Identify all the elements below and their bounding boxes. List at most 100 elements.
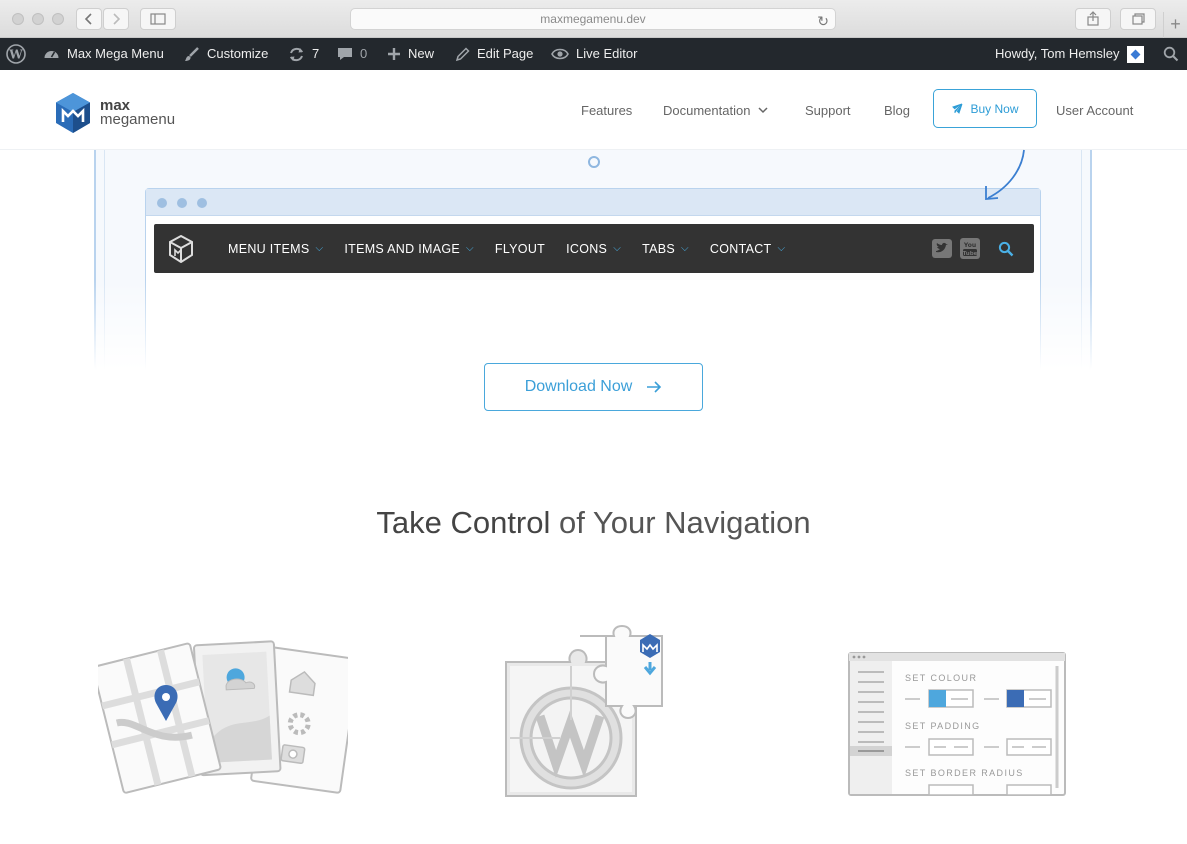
updates-icon bbox=[290, 47, 303, 61]
demo-menu-item-icons[interactable]: ICONS ⌵ bbox=[566, 242, 621, 256]
live-editor-label: Live Editor bbox=[576, 46, 638, 61]
demo-mega-menu-bar: MENU ITEMS ⌵ ITEMS AND IMAGE ⌵ FLYOUT ICON… bbox=[154, 224, 1034, 273]
youtube-icon[interactable]: You Tube bbox=[960, 238, 980, 259]
browser-toolbar: maxmegamenu.dev ↻ + bbox=[0, 0, 1187, 38]
minimize-window-button[interactable] bbox=[32, 13, 44, 25]
demo-menu-item-contact[interactable]: CONTACT ⌵ bbox=[710, 242, 785, 256]
demo-menu-logo-icon[interactable] bbox=[168, 234, 194, 263]
chevron-down-icon: ⌵ bbox=[777, 243, 786, 254]
zoom-window-button[interactable] bbox=[52, 13, 64, 25]
nav-blog[interactable]: Blog bbox=[884, 70, 910, 150]
camera-icon bbox=[588, 156, 600, 168]
search-icon[interactable] bbox=[998, 241, 1014, 257]
demo-menu-item-label: ITEMS AND IMAGE bbox=[344, 241, 461, 256]
demo-menu-item-tabs[interactable]: TABS ⌵ bbox=[642, 242, 689, 256]
edit-page-link[interactable]: Edit Page bbox=[455, 38, 533, 70]
wordpress-puzzle-illustration bbox=[505, 624, 663, 797]
download-now-label: Download Now bbox=[524, 378, 633, 395]
chevron-down-icon: ⌵ bbox=[466, 243, 474, 254]
nav-user-account-label[interactable]: User Account bbox=[1056, 103, 1133, 118]
edit-page-label: Edit Page bbox=[477, 46, 534, 61]
svg-text:Tube: Tube bbox=[963, 251, 978, 257]
section-title: Take Control of Your Navigation bbox=[0, 505, 1187, 541]
nav-blog-label[interactable]: Blog bbox=[884, 103, 910, 118]
section-title-bold: Take Control bbox=[376, 505, 551, 540]
updates-link[interactable]: 7 bbox=[288, 38, 319, 70]
arrow-right-icon bbox=[647, 381, 662, 393]
tabs-overview-button[interactable] bbox=[1120, 8, 1156, 30]
demo-menu-item-items-and-image[interactable]: ITEMS AND IMAGE ⌵ bbox=[344, 242, 474, 256]
updates-count: 7 bbox=[312, 46, 320, 61]
nav-features[interactable]: Features bbox=[581, 70, 632, 150]
pencil-icon bbox=[455, 46, 470, 61]
reload-icon[interactable]: ↻ bbox=[817, 11, 829, 32]
site-logo[interactable]: max megamenu bbox=[54, 92, 175, 134]
nav-documentation[interactable]: Documentation bbox=[663, 70, 768, 150]
demo-window-dot bbox=[157, 198, 167, 208]
comment-icon bbox=[338, 48, 352, 60]
live-editor-link[interactable]: Live Editor bbox=[551, 38, 637, 70]
hero-fade-overlay bbox=[0, 280, 1187, 370]
chevron-down-icon: ⌵ bbox=[613, 243, 622, 254]
nav-support[interactable]: Support bbox=[805, 70, 851, 150]
section-title-rest: of Your Navigation bbox=[550, 505, 811, 540]
eye-icon bbox=[551, 48, 569, 60]
nav-user-account[interactable]: User Account bbox=[1056, 70, 1133, 150]
back-button[interactable] bbox=[76, 8, 102, 30]
site-name-label: Max Mega Menu bbox=[67, 46, 164, 61]
my-account-menu[interactable]: Howdy, Tom Hemsley bbox=[995, 38, 1144, 70]
buy-now-button[interactable]: Buy Now bbox=[933, 89, 1037, 128]
set-padding-label: SET PADDING bbox=[905, 721, 981, 731]
hand-drawn-arrow-icon bbox=[985, 149, 1025, 200]
wp-admin-bar: W Max Mega Menu Customize 7 0 New Edit P… bbox=[0, 38, 1187, 70]
nav-documentation-label[interactable]: Documentation bbox=[663, 103, 750, 118]
responsive-cards-illustration bbox=[98, 640, 348, 794]
logo-text-megamenu: megamenu bbox=[100, 111, 176, 128]
nav-features-label[interactable]: Features bbox=[581, 103, 632, 118]
demo-window-dot bbox=[197, 198, 207, 208]
search-icon bbox=[1163, 46, 1179, 62]
demo-menu-item-label: MENU ITEMS bbox=[228, 241, 310, 256]
new-label: New bbox=[408, 46, 435, 61]
set-border-radius-label: SET BORDER RADIUS bbox=[905, 768, 1024, 778]
demo-menu-item-label: FLYOUT bbox=[494, 241, 546, 256]
svg-text:W: W bbox=[8, 48, 23, 62]
close-window-button[interactable] bbox=[12, 13, 24, 25]
demo-menu-item-label: TABS bbox=[642, 241, 675, 256]
wordpress-icon: W bbox=[6, 44, 26, 64]
svg-text:You: You bbox=[963, 242, 976, 249]
set-colour-label: SET COLOUR bbox=[905, 673, 978, 683]
twitter-icon[interactable] bbox=[932, 239, 952, 258]
howdy-label: Howdy, Tom Hemsley bbox=[995, 46, 1120, 61]
share-button[interactable] bbox=[1075, 8, 1111, 30]
sidebar-icon bbox=[150, 13, 166, 25]
site-header: max megamenu Features Documentation Supp… bbox=[0, 70, 1187, 150]
chevron-left-icon bbox=[84, 13, 92, 25]
plus-icon bbox=[388, 48, 400, 60]
new-content-menu[interactable]: New bbox=[387, 38, 434, 70]
rocket-icon bbox=[952, 103, 963, 114]
dashboard-icon bbox=[44, 50, 59, 58]
buy-now-label: Buy Now bbox=[970, 101, 1019, 116]
download-now-button[interactable]: Download Now bbox=[484, 363, 703, 411]
demo-menu-item-flyout[interactable]: FLYOUT bbox=[495, 242, 545, 256]
settings-panel-illustration: SET COLOUR SET PADDING SET BORDER RADIUS bbox=[848, 652, 1066, 796]
admin-search-button[interactable] bbox=[1163, 38, 1179, 70]
address-bar[interactable]: maxmegamenu.dev ↻ bbox=[350, 8, 836, 30]
site-name-menu[interactable]: Max Mega Menu bbox=[43, 38, 164, 70]
customize-label: Customize bbox=[207, 46, 269, 61]
demo-window-dot bbox=[177, 198, 187, 208]
share-icon bbox=[1087, 11, 1099, 26]
max-mega-menu-logo-icon bbox=[56, 93, 90, 133]
url-text: maxmegamenu.dev bbox=[540, 12, 646, 26]
wordpress-logo-button[interactable]: W bbox=[6, 38, 26, 70]
chevron-right-icon bbox=[113, 13, 121, 25]
sidebar-toggle-button[interactable] bbox=[140, 8, 176, 30]
demo-menu-item-menu-items[interactable]: MENU ITEMS ⌵ bbox=[228, 242, 323, 256]
customize-link[interactable]: Customize bbox=[184, 38, 268, 70]
comments-link[interactable]: 0 bbox=[337, 38, 367, 70]
nav-support-label[interactable]: Support bbox=[805, 103, 851, 118]
forward-button[interactable] bbox=[103, 8, 129, 30]
demo-browser-titlebar bbox=[146, 189, 1040, 216]
new-tab-button[interactable]: + bbox=[1163, 12, 1187, 38]
